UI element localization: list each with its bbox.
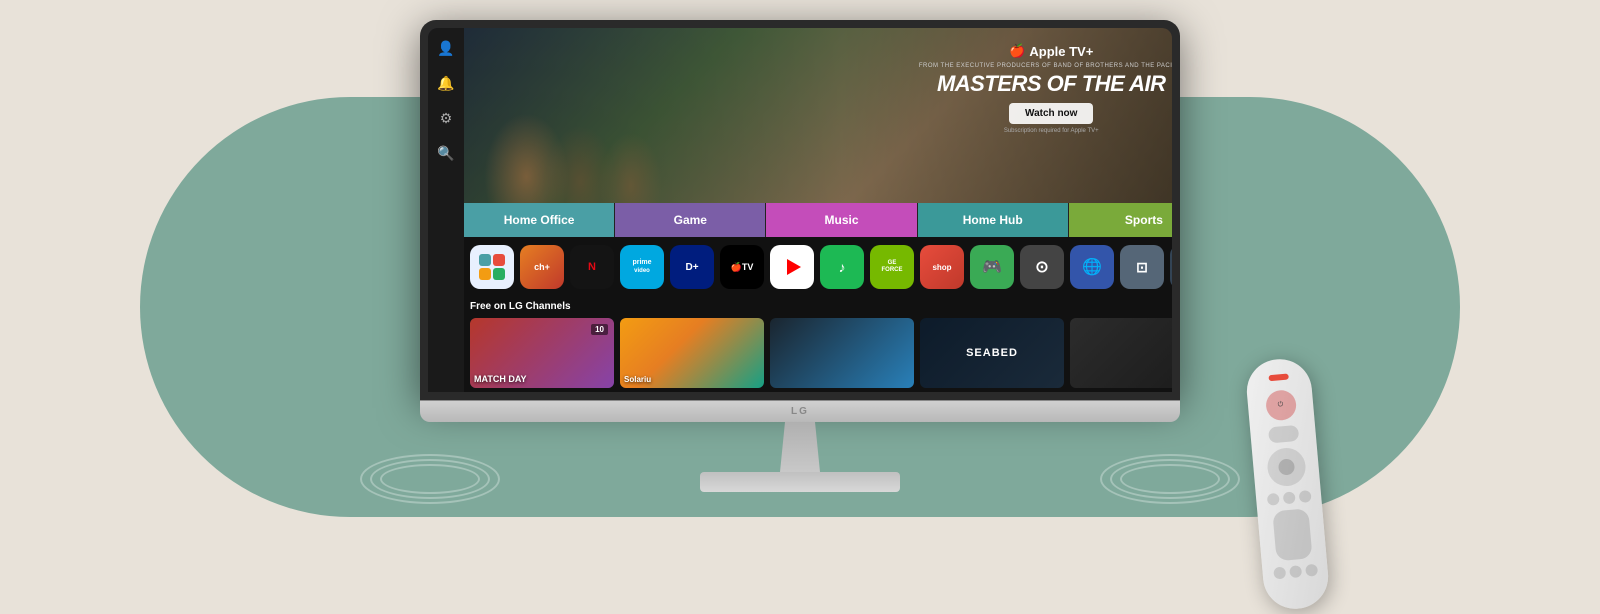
seabed-label: SEABED	[966, 347, 1018, 359]
remote-media-buttons	[1273, 564, 1318, 580]
channel-thumb-solariu[interactable]: Solariu	[620, 318, 764, 388]
remote-ir-indicator	[1268, 374, 1288, 382]
user-icon[interactable]: 👤	[437, 40, 454, 57]
lg-brand-logo: LG	[791, 406, 809, 417]
monitor-stand-base	[700, 472, 900, 492]
disney-label: D+	[685, 262, 698, 273]
mirror-label: ⊡	[1136, 259, 1148, 276]
games-label: 🎮	[982, 257, 1002, 277]
channel-thumb-match-day[interactable]: 10 MATCH DAY	[470, 318, 614, 388]
apple-tv-label: 🍎TV	[731, 262, 754, 273]
solariu-label: Solariu	[624, 375, 651, 384]
hero-text-area: 🍎 Apple TV+ FROM THE EXECUTIVE PRODUCERS…	[892, 43, 1172, 134]
screen-content: 🍎 Apple TV+ FROM THE EXECUTIVE PRODUCERS…	[464, 28, 1172, 392]
remote-home-button[interactable]	[1282, 491, 1295, 504]
remote-play-button[interactable]	[1289, 565, 1302, 578]
globe-label: 🌐	[1082, 257, 1102, 277]
monitor-outer: 👤 🔔 ⚙ 🔍 🍎	[420, 20, 1180, 400]
app-geforce-now[interactable]: GEFORCE	[870, 245, 914, 289]
app-games[interactable]: 🎮	[970, 245, 1014, 289]
remote-volume-rocker[interactable]	[1272, 508, 1312, 561]
apple-tv-logo: 🍎 Apple TV+	[892, 43, 1172, 59]
app-mirror[interactable]: ⊡	[1120, 245, 1164, 289]
category-tabs: Home Office Game Music Home Hub Sports	[464, 203, 1172, 237]
subscription-note: Subscription required for Apple TV+	[892, 128, 1172, 134]
free-channels-section: Free on LG Channels 10 MATCH DAY Solariu	[464, 297, 1172, 392]
tab-home-hub[interactable]: Home Hub	[918, 203, 1069, 237]
scene: 👤 🔔 ⚙ 🔍 🍎	[0, 0, 1600, 614]
spotify-label: ♪	[839, 259, 846, 275]
app-youtube[interactable]	[770, 245, 814, 289]
app-netflix[interactable]: N	[570, 245, 614, 289]
settings-icon[interactable]: ⚙	[440, 110, 453, 127]
sidebar: 👤 🔔 ⚙ 🔍	[428, 28, 464, 392]
app-globe[interactable]: 🌐	[1070, 245, 1114, 289]
show-title: MASTERS OF THE AIR	[892, 73, 1172, 95]
app-shop[interactable]: shop	[920, 245, 964, 289]
tv-plus-text: Apple TV+	[1029, 44, 1093, 59]
app-apple-tv[interactable]: 🍎TV	[720, 245, 764, 289]
watch-now-button[interactable]: Watch now	[1009, 103, 1093, 124]
search-app-label: ⊙	[1035, 257, 1048, 277]
monitor-stand-neck	[775, 422, 825, 472]
remote-mute-button[interactable]	[1268, 425, 1299, 444]
app-edit[interactable]: ✎	[1170, 245, 1172, 289]
prime-logo: prime video	[632, 259, 651, 275]
remote-quick-buttons	[1266, 490, 1311, 506]
remote-ok-button[interactable]	[1277, 458, 1294, 475]
geforce-label: GEFORCE	[882, 260, 903, 273]
tab-game[interactable]: Game	[615, 203, 766, 237]
remote-ffwd-button[interactable]	[1305, 564, 1318, 577]
app-channel-plus[interactable]: ch+	[520, 245, 564, 289]
search-icon[interactable]: 🔍	[437, 145, 454, 162]
app-prime-video[interactable]: prime video	[620, 245, 664, 289]
monitor-wrapper: 👤 🔔 ⚙ 🔍 🍎	[420, 20, 1180, 492]
remote-power-button[interactable]: ⏻	[1264, 389, 1297, 422]
netflix-label: N	[588, 261, 596, 273]
monitor-screen: 👤 🔔 ⚙ 🔍 🍎	[428, 28, 1172, 392]
shop-label: shop	[932, 263, 951, 272]
channel-thumb-swim[interactable]	[770, 318, 914, 388]
from-producers-text: FROM THE EXECUTIVE PRODUCERS OF BAND OF …	[892, 63, 1172, 69]
match-day-label: MATCH DAY	[474, 374, 527, 384]
channel-thumbnails: 10 MATCH DAY Solariu	[470, 318, 1172, 388]
remote-back-button[interactable]	[1266, 493, 1279, 506]
app-search[interactable]: ⊙	[1020, 245, 1064, 289]
app-spotify[interactable]: ♪	[820, 245, 864, 289]
channel-label: ch+	[534, 262, 550, 272]
hero-banner: 🍎 Apple TV+ FROM THE EXECUTIVE PRODUCERS…	[464, 28, 1172, 203]
channel-thumb-seabed[interactable]: SEABED	[920, 318, 1064, 388]
youtube-play-icon	[787, 259, 801, 275]
tab-sports[interactable]: Sports	[1069, 203, 1172, 237]
monitor-chin: LG	[420, 400, 1180, 422]
remote-menu-button[interactable]	[1298, 490, 1311, 503]
notification-icon[interactable]: 🔔	[437, 75, 454, 92]
app-lg-apps[interactable]	[470, 245, 514, 289]
tab-home-office[interactable]: Home Office	[464, 203, 615, 237]
apps-grid	[473, 248, 511, 286]
tab-music[interactable]: Music	[766, 203, 917, 237]
app-disney-plus[interactable]: D+	[670, 245, 714, 289]
people-silhouettes	[464, 28, 880, 203]
remote-dpad[interactable]	[1265, 446, 1306, 487]
remote-rewind-button[interactable]	[1273, 567, 1286, 580]
apps-row: ch+ N prime video	[464, 237, 1172, 297]
channel-thumb-last[interactable]	[1070, 318, 1172, 388]
apple-icon: 🍎	[1009, 43, 1025, 59]
free-channels-title: Free on LG Channels	[470, 301, 1172, 312]
